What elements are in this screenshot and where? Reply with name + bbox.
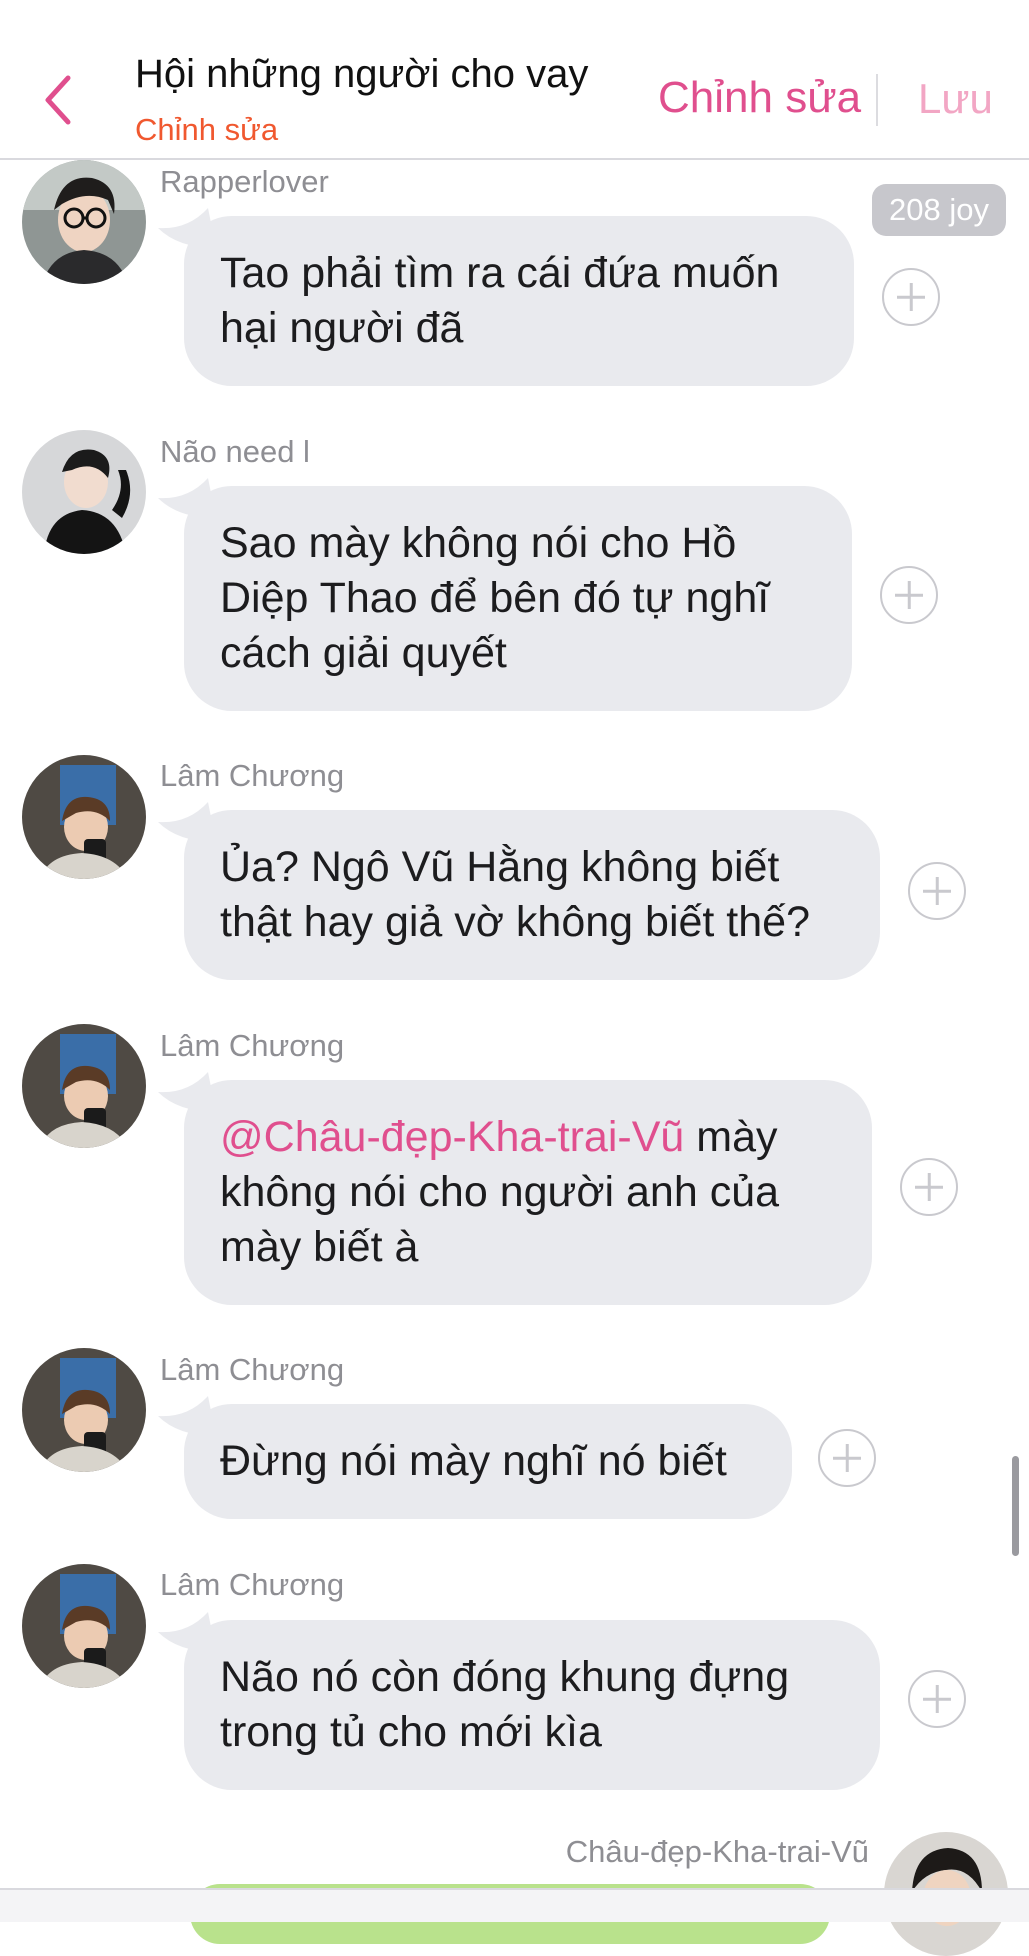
header-divider [876,74,878,126]
message-bubble[interactable]: Sao mày không nói cho Hồ Diệp Thao để bê… [184,486,852,711]
message-line: Não nó còn đóng khung đựng [220,1653,790,1701]
avatar[interactable] [22,1564,146,1688]
avatar[interactable] [22,160,146,284]
sender-name: Lâm Chương [160,1352,345,1387]
avatar[interactable] [22,1024,146,1148]
message-line: Diệp Thao để bên đó tự nghĩ [220,574,770,622]
user-mention[interactable]: @Châu-đẹp-Kha-trai-Vũ [220,1113,684,1161]
add-reaction-button[interactable] [900,1158,958,1216]
chat-subtitle[interactable]: Chỉnh sửa [135,112,278,148]
message-line: không nói cho người anh của [220,1168,780,1216]
message-line: hại người đã [220,304,464,352]
message-line: Sao mày không nói cho Hồ [220,519,737,567]
message-bubble[interactable]: Não nó còn đóng khung đựng trong tủ cho … [184,1620,880,1790]
chat-header: Hội những người cho vay Chỉnh sửa Chỉnh … [0,0,1029,160]
scrollbar[interactable] [1012,1456,1019,1556]
message-line: mày [684,1113,778,1161]
message-line: cách giải quyết [220,629,507,677]
message-line: trong tủ cho mới kìa [220,1708,602,1756]
avatar[interactable] [22,755,146,879]
sender-name: Não need l [160,434,310,469]
sender-name-outgoing: Châu-đẹp-Kha-trai-Vũ [565,1834,869,1869]
message-line: Ủa? Ngô Vũ Hằng không biết [220,843,780,891]
sender-name: Lâm Chương [160,758,345,793]
message-line: thật hay giả vờ không biết thế? [220,898,810,946]
add-reaction-button[interactable] [908,862,966,920]
message-bubble[interactable]: Ủa? Ngô Vũ Hằng không biết thật hay giả … [184,810,880,980]
message-bubble[interactable]: Đừng nói mày nghĩ nó biết [184,1404,792,1519]
avatar[interactable] [22,1348,146,1472]
sender-name: Lâm Chương [160,1567,345,1602]
joy-count-badge: 208 joy [872,184,1006,236]
add-reaction-button[interactable] [908,1670,966,1728]
message-bubble[interactable]: @Châu-đẹp-Kha-trai-Vũ mày không nói cho … [184,1080,872,1305]
bottom-bar [0,1888,1029,1922]
add-reaction-button[interactable] [818,1429,876,1487]
sender-name: Lâm Chương [160,1028,345,1063]
message-line: mày biết à [220,1223,419,1271]
sender-name: Rapperlover [160,164,329,199]
add-reaction-button[interactable] [880,566,938,624]
back-button[interactable] [38,70,78,130]
edit-button[interactable]: Chỉnh sửa [658,73,861,123]
message-first-line: @Châu-đẹp-Kha-trai-Vũ mày [220,1110,836,1165]
chevron-left-icon [45,75,71,125]
message-bubble[interactable]: Tao phải tìm ra cái đứa muốn hại người đ… [184,216,854,386]
chat-title: Hội những người cho vay [135,52,589,96]
save-button[interactable]: Lưu [918,75,993,123]
message-line: Tao phải tìm ra cái đứa muốn [220,249,780,297]
add-reaction-button[interactable] [882,268,940,326]
message-line: Đừng nói mày nghĩ nó biết [220,1437,727,1485]
avatar[interactable] [22,430,146,554]
